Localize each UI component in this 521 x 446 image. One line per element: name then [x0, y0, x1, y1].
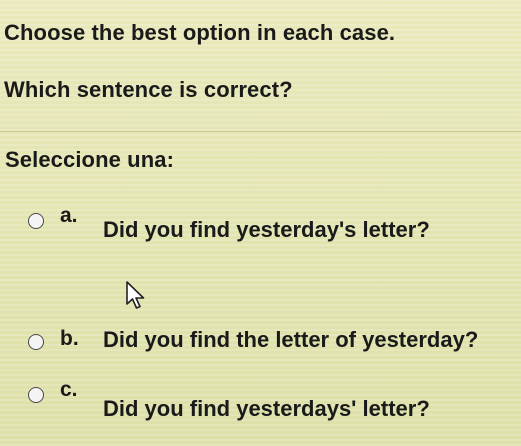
option-b-text[interactable]: Did you find the letter of yesterday? [103, 327, 478, 353]
option-b-letter: b. [60, 327, 79, 350]
divider [0, 131, 521, 132]
radio-button-a[interactable] [28, 213, 44, 229]
radio-button-c[interactable] [28, 387, 44, 403]
option-c[interactable]: c. Did you find yesterdays' letter? [0, 376, 521, 430]
option-b[interactable]: b. Did you find the letter of yesterday? [0, 322, 521, 376]
option-a-letter: a. [60, 204, 78, 227]
question-text: Which sentence is correct? [4, 77, 293, 102]
option-c-text[interactable]: Did you find yesterdays' letter? [103, 396, 430, 422]
option-a[interactable]: a. Did you find yesterday's letter? [0, 202, 521, 256]
option-c-letter: c. [60, 378, 78, 401]
select-one-label: Seleccione una: [5, 147, 175, 172]
mouse-pointer-icon [126, 281, 145, 309]
radio-button-b[interactable] [28, 334, 44, 350]
option-a-text[interactable]: Did you find yesterday's letter? [103, 217, 430, 243]
instruction-text: Choose the best option in each case. [4, 20, 396, 45]
